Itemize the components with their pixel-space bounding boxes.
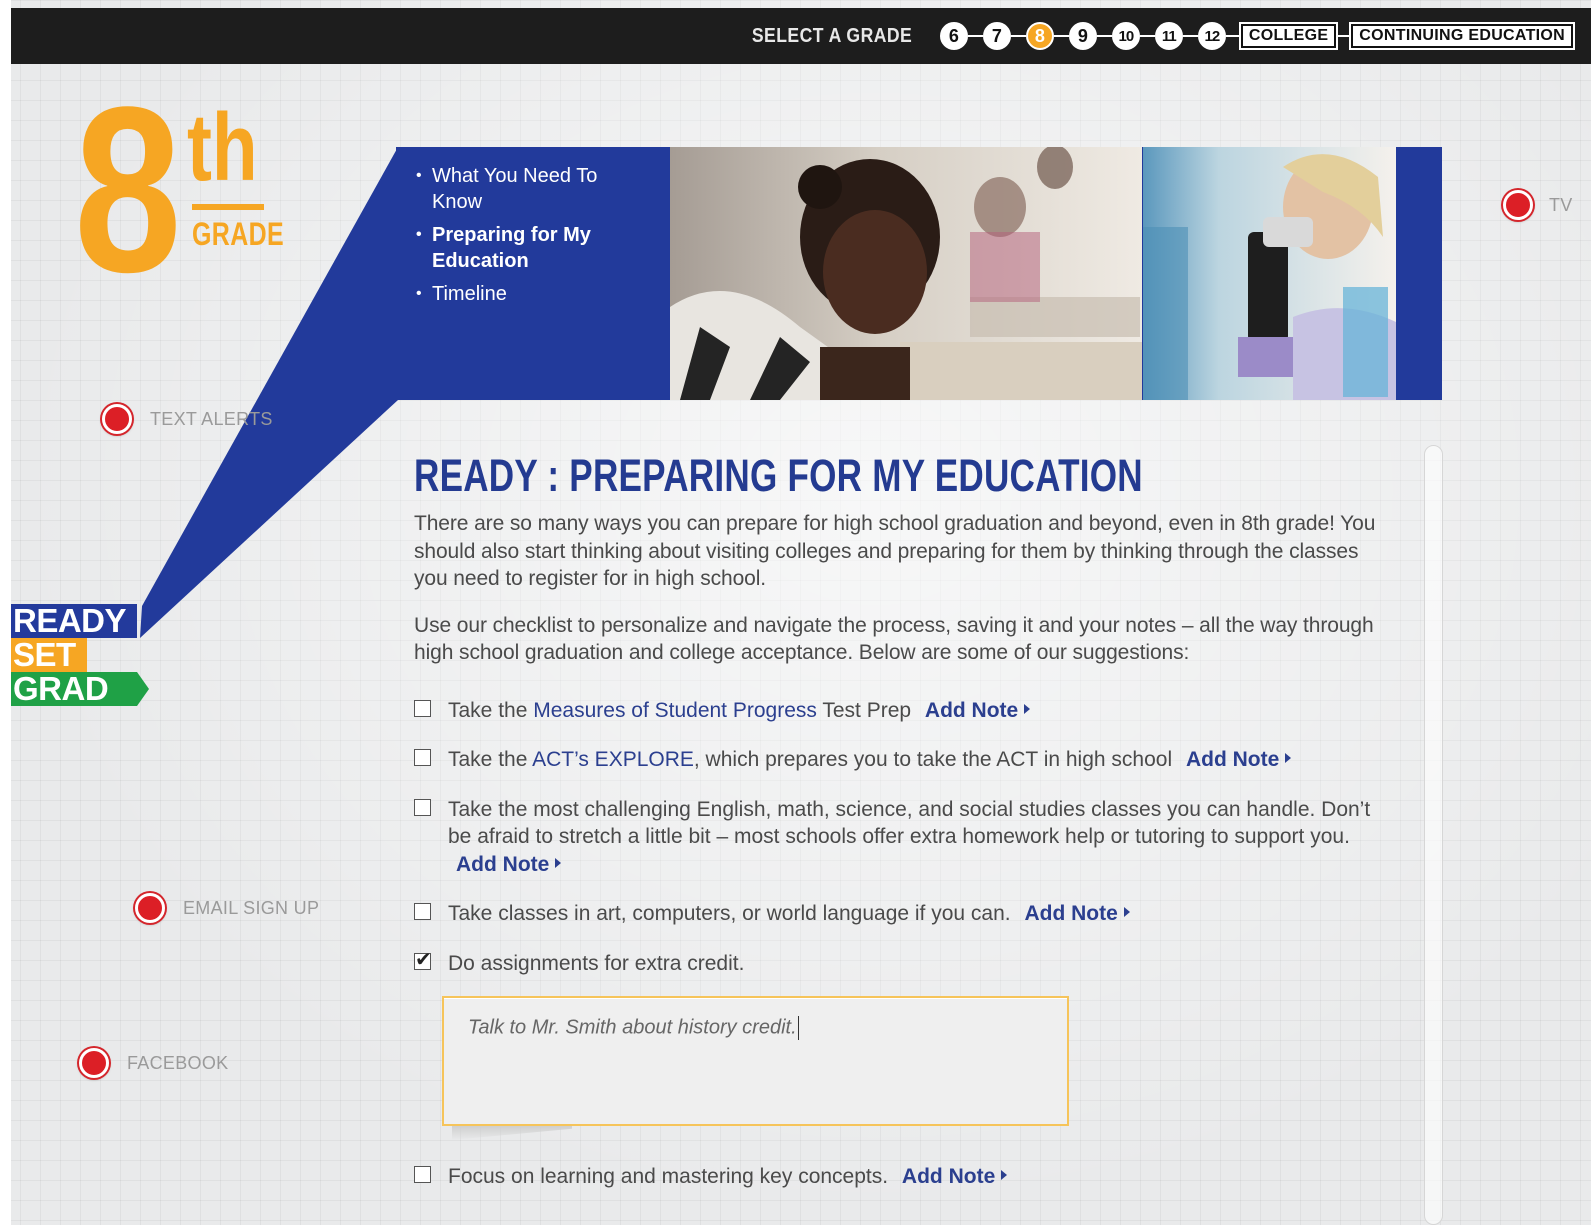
add-note-label: Add Note	[1185, 748, 1280, 771]
grade-7-button[interactable]: 7	[982, 22, 1011, 50]
note-text: Talk to Mr. Smith about history credit.	[468, 1016, 797, 1039]
checkbox[interactable]	[414, 1166, 431, 1183]
checkbox[interactable]	[414, 798, 431, 816]
page-edge	[0, 0, 11, 1225]
main-content: READY : PREPARING FOR MY EDUCATION There…	[414, 448, 1389, 950]
grade-list: 6 7 8 9 10 11 12 COLLEGE CONTINUING EDUC…	[939, 22, 1575, 50]
right-social-link[interactable]: TV	[1503, 190, 1573, 220]
text-alerts-link[interactable]: TEXT ALERTS	[102, 404, 273, 434]
arrow-right-icon	[1001, 1170, 1008, 1181]
add-note-label: Add Note	[1024, 902, 1118, 925]
grade-connector	[1096, 35, 1112, 37]
text-alerts-label: TEXT ALERTS	[150, 408, 273, 429]
text-cursor	[797, 1016, 799, 1040]
checklist-item-checked: Do assignments for extra credit.	[414, 946, 1348, 978]
checklist-item: Take the Measures of Student Progress Te…	[414, 697, 1389, 725]
grade-connector	[1182, 35, 1198, 37]
grade-10-button[interactable]: 10	[1111, 22, 1140, 50]
checkbox[interactable]	[414, 749, 431, 766]
checkbox-checked[interactable]	[414, 946, 432, 974]
ready-set-grad-logo: READY SET GRAD	[11, 604, 149, 706]
scrollbar-track[interactable]	[1424, 445, 1443, 1225]
measures-link[interactable]: Measures of Student Progress	[533, 699, 817, 722]
add-note-button[interactable]: Add Note	[924, 698, 1031, 722]
grade-6-button[interactable]: 6	[939, 22, 968, 50]
arrow-right-icon	[1123, 907, 1130, 918]
hero-banner: What You Need To Know Preparing for My E…	[396, 147, 1442, 400]
red-dot-icon	[102, 404, 132, 434]
item-text: Take the most challenging English, math,…	[448, 797, 1371, 849]
note-textarea[interactable]: Talk to Mr. Smith about history credit.	[442, 996, 1069, 1126]
checkbox[interactable]	[414, 903, 431, 920]
grade-word: GRADE	[192, 216, 285, 252]
select-grade-label: SELECT A GRADE	[751, 24, 912, 47]
student-photo	[670, 147, 1142, 400]
grade-connector	[1010, 35, 1026, 37]
grade-suffix: th	[187, 94, 258, 201]
right-social-label: TV	[1549, 194, 1573, 215]
add-note-label: Add Note	[901, 1165, 996, 1188]
act-explore-link[interactable]: ACT’s EXPLORE	[532, 748, 694, 771]
note-shadow	[452, 1126, 572, 1140]
college-button[interactable]: COLLEGE	[1238, 22, 1339, 50]
nav-what-you-need[interactable]: What You Need To Know	[416, 163, 646, 215]
microscope-illustration	[1143, 147, 1396, 400]
facebook-link[interactable]: FACEBOOK	[79, 1048, 228, 1078]
grade-connector	[1139, 35, 1155, 37]
item-text-post: , which prepares you to take the ACT in …	[693, 748, 1173, 771]
grade-connector	[967, 35, 983, 37]
item-text: Focus on learning and mastering key conc…	[448, 1165, 889, 1188]
red-dot-icon	[1503, 190, 1533, 220]
item-text-pre: Take the	[448, 698, 534, 722]
email-signup-link[interactable]: EMAIL SIGN UP	[135, 893, 319, 923]
grade-connector	[1053, 35, 1069, 37]
item-text: Take classes in art, computers, or world…	[448, 902, 1011, 925]
grade-12-button[interactable]: 12	[1197, 22, 1226, 50]
checklist-item: Take the ACT’s EXPLORE, which prepares y…	[414, 746, 1389, 774]
brand-ready: READY	[11, 604, 137, 638]
red-dot-icon	[135, 893, 165, 923]
red-dot-icon	[79, 1048, 109, 1078]
grade-11-button[interactable]: 11	[1154, 22, 1183, 50]
item-text-post: Test Prep	[816, 698, 912, 722]
grade-8-button[interactable]: 8	[1025, 22, 1054, 50]
grade-underline	[192, 204, 264, 210]
checklist-item: Take classes in art, computers, or world…	[414, 900, 1389, 928]
add-note-button[interactable]: Add Note	[901, 1165, 1008, 1188]
nav-timeline[interactable]: Timeline	[416, 281, 646, 307]
grade-connector	[1225, 35, 1241, 37]
arrow-right-icon	[555, 857, 562, 868]
grade-connector	[1336, 35, 1352, 37]
arrow-right-icon	[1024, 703, 1031, 714]
grade-logo: 8 th GRADE	[74, 72, 284, 310]
checklist-item: Focus on learning and mastering key conc…	[414, 1163, 1348, 1191]
add-note-label: Add Note	[456, 852, 550, 876]
brand-grad: GRAD	[11, 672, 149, 706]
student-writing-illustration	[670, 147, 1142, 400]
checkbox[interactable]	[414, 699, 431, 717]
microscope-photo	[1143, 147, 1396, 400]
checklist-intro-paragraph: Use our checklist to personalize and nav…	[414, 613, 1374, 665]
checklist-item: Take the most challenging English, math,…	[414, 796, 1389, 879]
add-note-button[interactable]: Add Note	[1024, 902, 1130, 925]
arrow-right-icon	[1285, 753, 1292, 764]
grade-9-button[interactable]: 9	[1068, 22, 1097, 50]
item-text: Do assignments for extra credit.	[448, 952, 745, 975]
checklist: Take the Measures of Student Progress Te…	[414, 697, 1389, 928]
continuing-education-button[interactable]: CONTINUING EDUCATION	[1349, 22, 1575, 50]
facebook-label: FACEBOOK	[127, 1052, 229, 1073]
grade-number: 8	[74, 58, 182, 322]
nav-preparing-education[interactable]: Preparing for My Education	[416, 222, 646, 274]
item-text-pre: Take the	[448, 748, 533, 771]
email-signup-label: EMAIL SIGN UP	[183, 897, 320, 918]
add-note-label: Add Note	[924, 698, 1019, 722]
brand-set: SET	[11, 638, 87, 672]
add-note-button[interactable]: Add Note	[456, 852, 562, 876]
intro-paragraph: There are so many ways you can prepare f…	[414, 512, 1376, 590]
add-note-button[interactable]: Add Note	[1185, 748, 1292, 771]
section-nav: What You Need To Know Preparing for My E…	[416, 163, 646, 314]
page-title: READY : PREPARING FOR MY EDUCATION	[414, 450, 1143, 501]
grade-selector-bar: SELECT A GRADE 6 7 8 9 10 11 12 COLLEGE …	[11, 8, 1591, 64]
